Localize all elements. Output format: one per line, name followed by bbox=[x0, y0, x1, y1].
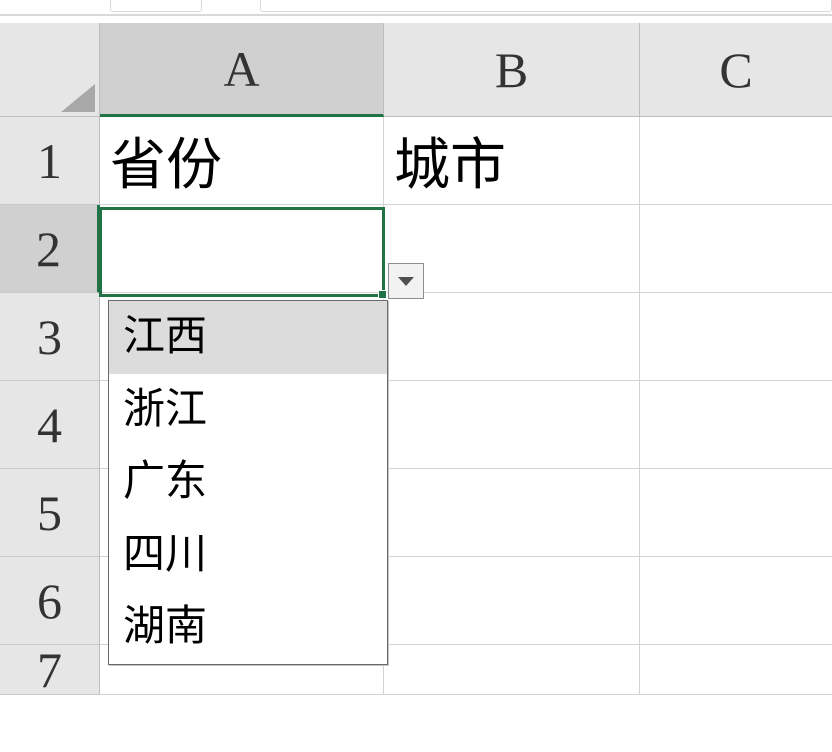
dropdown-item-0[interactable]: 江西 bbox=[109, 301, 387, 374]
select-all-corner[interactable] bbox=[0, 23, 100, 117]
row-header-2[interactable]: 2 bbox=[0, 205, 100, 293]
name-box[interactable] bbox=[110, 0, 202, 12]
dropdown-item-2[interactable]: 广东 bbox=[109, 446, 387, 519]
chevron-down-icon bbox=[398, 277, 414, 286]
cell-C6[interactable] bbox=[640, 557, 832, 645]
cell-C4[interactable] bbox=[640, 381, 832, 469]
cell-B7[interactable] bbox=[384, 645, 640, 695]
row-1: 1 省份 城市 bbox=[0, 117, 832, 205]
column-header-A[interactable]: A bbox=[100, 23, 384, 117]
cell-C2[interactable] bbox=[640, 205, 832, 293]
dropdown-item-1[interactable]: 浙江 bbox=[109, 374, 387, 447]
row-header-3[interactable]: 3 bbox=[0, 293, 100, 381]
cell-C7[interactable] bbox=[640, 645, 832, 695]
cell-A2[interactable] bbox=[100, 205, 384, 293]
cell-B3[interactable] bbox=[384, 293, 640, 381]
cell-A1[interactable]: 省份 bbox=[100, 117, 384, 205]
cell-B4[interactable] bbox=[384, 381, 640, 469]
formula-bar-fragment bbox=[0, 0, 832, 16]
row-header-5[interactable]: 5 bbox=[0, 469, 100, 557]
dropdown-item-3[interactable]: 四川 bbox=[109, 519, 387, 592]
column-header-B[interactable]: B bbox=[384, 23, 640, 117]
dropdown-item-4[interactable]: 湖南 bbox=[109, 591, 387, 664]
cell-B5[interactable] bbox=[384, 469, 640, 557]
row-header-1[interactable]: 1 bbox=[0, 117, 100, 205]
row-header-6[interactable]: 6 bbox=[0, 557, 100, 645]
cell-C1[interactable] bbox=[640, 117, 832, 205]
select-all-triangle-icon bbox=[61, 84, 95, 112]
column-header-row: A B C bbox=[0, 23, 832, 117]
data-validation-dropdown-button[interactable] bbox=[388, 263, 424, 299]
cell-C3[interactable] bbox=[640, 293, 832, 381]
row-header-7[interactable]: 7 bbox=[0, 645, 100, 695]
column-header-C[interactable]: C bbox=[640, 23, 832, 117]
cell-B6[interactable] bbox=[384, 557, 640, 645]
cell-B1[interactable]: 城市 bbox=[384, 117, 640, 205]
cell-C5[interactable] bbox=[640, 469, 832, 557]
row-header-4[interactable]: 4 bbox=[0, 381, 100, 469]
data-validation-dropdown-list[interactable]: 江西 浙江 广东 四川 湖南 bbox=[108, 300, 388, 665]
formula-input[interactable] bbox=[260, 0, 832, 12]
